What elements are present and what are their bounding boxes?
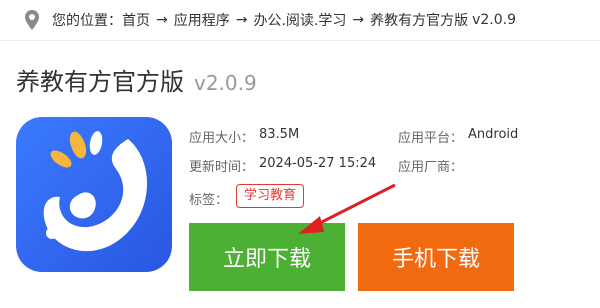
size-value: 83.5M (259, 127, 300, 142)
vendor-label: 应用厂商： (398, 160, 464, 175)
app-title-row: 养教有方官方版 v2.0.9 (16, 62, 257, 97)
breadcrumb-home[interactable]: 首页 (122, 10, 150, 30)
platform-value: Android (468, 127, 519, 142)
location-pin-icon (25, 10, 39, 30)
breadcrumb-separator: → (352, 12, 365, 28)
app-version: v2.0.9 (194, 71, 257, 95)
size-label: 应用大小： (189, 131, 255, 146)
tag-education[interactable]: 学习教育 (236, 184, 304, 208)
download-now-button[interactable]: 立即下载 (189, 223, 345, 291)
mobile-download-button[interactable]: 手机下载 (358, 223, 514, 291)
updated-value: 2024-05-27 15:24 (259, 156, 377, 171)
tag-label: 标签： (189, 193, 229, 208)
platform-label: 应用平台： (398, 131, 464, 146)
breadcrumb-separator: → (156, 12, 168, 28)
breadcrumb-separator: → (235, 12, 248, 28)
app-icon (16, 117, 172, 272)
app-logo-icon (16, 117, 172, 272)
breadcrumb-version: v2.0.9 (472, 12, 517, 28)
breadcrumb-apps[interactable]: 应用程序 (174, 10, 230, 30)
app-title: 养教有方官方版 (16, 68, 184, 96)
breadcrumb-location-label: 您的位置： (52, 13, 122, 29)
breadcrumb-category[interactable]: 办公.阅读.学习 (253, 10, 346, 30)
breadcrumb-current: 养教有方官方版 (370, 13, 469, 29)
breadcrumb: 您的位置： 首页 → 应用程序 → 办公.阅读.学习 → 养教有方官方版 v2.… (0, 0, 600, 41)
updated-label: 更新时间： (189, 160, 255, 175)
